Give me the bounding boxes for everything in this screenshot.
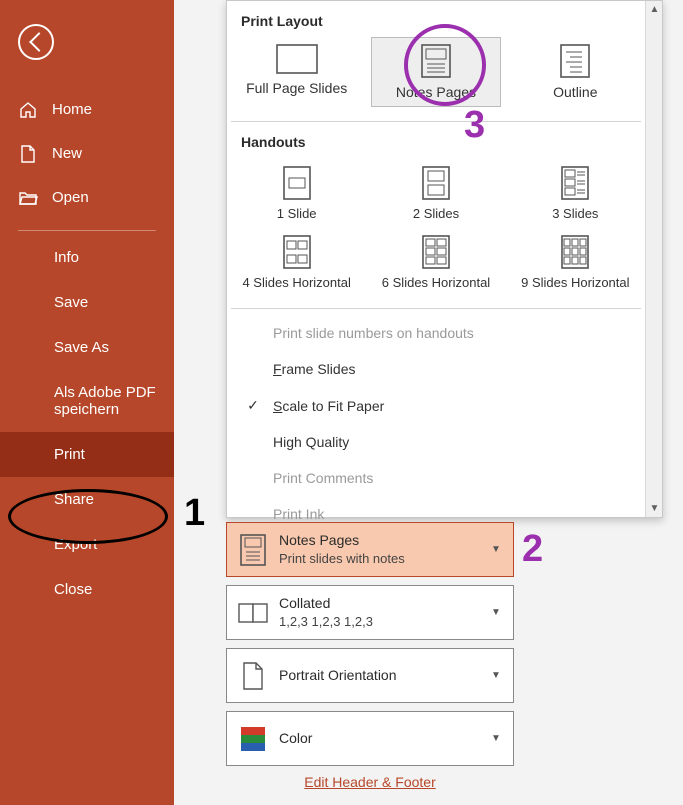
- print-settings: Notes Pages Print slides with notes ▼ Co…: [226, 522, 514, 790]
- nav-new[interactable]: New: [0, 132, 174, 176]
- layout-outline[interactable]: Outline: [510, 37, 640, 107]
- opt-label: Scale to Fit Paper: [273, 398, 627, 414]
- handout-label: 9 Slides Horizontal: [506, 275, 645, 290]
- handout-4-horizontal[interactable]: 4 Slides Horizontal: [227, 229, 366, 298]
- nav-label: Home: [52, 100, 92, 120]
- nav-label: Open: [52, 188, 89, 208]
- setting-color-dropdown[interactable]: Color ▼: [226, 711, 514, 766]
- notes-pages-icon: [421, 44, 451, 78]
- opt-high-quality[interactable]: High Quality: [227, 424, 645, 460]
- section-header-handouts: Handouts: [227, 122, 645, 154]
- nav-adobe-pdf[interactable]: Als Adobe PDF speichern: [0, 370, 174, 432]
- layout-notes-pages[interactable]: Notes Pages: [371, 37, 501, 107]
- setting-text: Notes Pages Print slides with notes: [279, 531, 491, 567]
- handout-3-slides[interactable]: 3 Slides: [506, 160, 645, 229]
- edit-header-footer-link[interactable]: Edit Header & Footer: [304, 774, 436, 790]
- setting-text: Portrait Orientation: [279, 666, 491, 685]
- print-options-list: Print slide numbers on handouts Frame Sl…: [227, 309, 645, 538]
- layout-label: Notes Pages: [372, 84, 500, 100]
- setting-collated-dropdown[interactable]: Collated 1,2,3 1,2,3 1,2,3 ▼: [226, 585, 514, 640]
- opt-frame-slides[interactable]: Frame Slides: [227, 351, 645, 387]
- handout-label: 4 Slides Horizontal: [227, 275, 366, 290]
- chevron-down-icon: ▼: [491, 607, 513, 618]
- nav-export[interactable]: Export: [0, 522, 174, 567]
- print-layout-options: Full Page Slides Notes Pages Outline: [227, 33, 645, 121]
- chevron-down-icon: ▼: [491, 670, 513, 681]
- setting-title: Portrait Orientation: [279, 666, 491, 685]
- opt-scale-to-fit[interactable]: ✓ Scale to Fit Paper: [227, 387, 645, 424]
- full-page-icon: [276, 44, 318, 74]
- opt-label: Print slide numbers on handouts: [273, 325, 627, 341]
- opt-label: Print Ink: [273, 506, 627, 522]
- new-file-icon: [18, 144, 38, 164]
- setting-title: Notes Pages: [279, 531, 491, 550]
- backstage-sidebar: Home New Open Info Save Save As Als Adob…: [0, 0, 174, 805]
- link-row: Edit Header & Footer: [226, 774, 514, 790]
- popup-body: Print Layout Full Page Slides Notes Page…: [227, 1, 645, 517]
- open-folder-icon: [18, 188, 38, 208]
- handout-3-icon: [561, 166, 589, 200]
- section-header-print-layout: Print Layout: [227, 1, 645, 33]
- print-layout-popup: ▲ ▼ Print Layout Full Page Slides Notes …: [226, 0, 663, 518]
- nav-open[interactable]: Open: [0, 176, 174, 220]
- nav-save-as[interactable]: Save As: [0, 325, 174, 370]
- opt-label: Frame Slides: [273, 361, 627, 377]
- handout-label: 2 Slides: [366, 206, 505, 221]
- back-button[interactable]: [18, 24, 54, 60]
- nav-print[interactable]: Print: [0, 432, 174, 477]
- scrollbar[interactable]: ▲ ▼: [645, 1, 662, 517]
- opt-label: High Quality: [273, 434, 627, 450]
- setting-sub: Print slides with notes: [279, 550, 491, 568]
- setting-title: Collated: [279, 594, 491, 613]
- layout-full-page-slides[interactable]: Full Page Slides: [232, 37, 362, 107]
- notes-pages-icon: [227, 534, 279, 566]
- check-icon: ✓: [245, 397, 261, 414]
- handout-6h-icon: [422, 235, 450, 269]
- handout-4h-icon: [283, 235, 311, 269]
- chevron-down-icon: ▼: [491, 733, 513, 744]
- nav-label: New: [52, 144, 82, 164]
- handout-1-slide[interactable]: 1 Slide: [227, 160, 366, 229]
- setting-sub: 1,2,3 1,2,3 1,2,3: [279, 613, 491, 631]
- home-icon: [18, 100, 38, 120]
- nav-share[interactable]: Share: [0, 477, 174, 522]
- back-arrow-icon: [29, 32, 49, 52]
- color-icon: [227, 725, 279, 753]
- handout-options: 1 Slide 2 Slides 3 Slides 4 Slides Horiz…: [227, 154, 645, 308]
- opt-label: Print Comments: [273, 470, 627, 486]
- outline-icon: [560, 44, 590, 78]
- divider: [18, 230, 156, 231]
- setting-title: Color: [279, 729, 491, 748]
- nav-save[interactable]: Save: [0, 280, 174, 325]
- handout-1-icon: [283, 166, 311, 200]
- handout-label: 3 Slides: [506, 206, 645, 221]
- opt-print-slide-numbers: Print slide numbers on handouts: [227, 315, 645, 351]
- portrait-icon: [227, 661, 279, 691]
- nav-home[interactable]: Home: [0, 88, 174, 132]
- handout-9-horizontal[interactable]: 9 Slides Horizontal: [506, 229, 645, 298]
- collated-icon: [227, 601, 279, 625]
- handout-6-horizontal[interactable]: 6 Slides Horizontal: [366, 229, 505, 298]
- layout-label: Outline: [511, 84, 639, 100]
- setting-text: Collated 1,2,3 1,2,3 1,2,3: [279, 594, 491, 630]
- layout-label: Full Page Slides: [233, 80, 361, 96]
- handout-9h-icon: [561, 235, 589, 269]
- handout-label: 6 Slides Horizontal: [366, 275, 505, 290]
- nav-info[interactable]: Info: [0, 235, 174, 280]
- opt-print-comments: Print Comments: [227, 460, 645, 496]
- handout-label: 1 Slide: [227, 206, 366, 221]
- chevron-down-icon: ▼: [491, 544, 513, 555]
- setting-orientation-dropdown[interactable]: Portrait Orientation ▼: [226, 648, 514, 703]
- setting-layout-dropdown[interactable]: Notes Pages Print slides with notes ▼: [226, 522, 514, 577]
- scroll-down-icon[interactable]: ▼: [646, 500, 663, 517]
- nav-close[interactable]: Close: [0, 567, 174, 612]
- setting-text: Color: [279, 729, 491, 748]
- scroll-up-icon[interactable]: ▲: [646, 1, 663, 18]
- handout-2-icon: [422, 166, 450, 200]
- handout-2-slides[interactable]: 2 Slides: [366, 160, 505, 229]
